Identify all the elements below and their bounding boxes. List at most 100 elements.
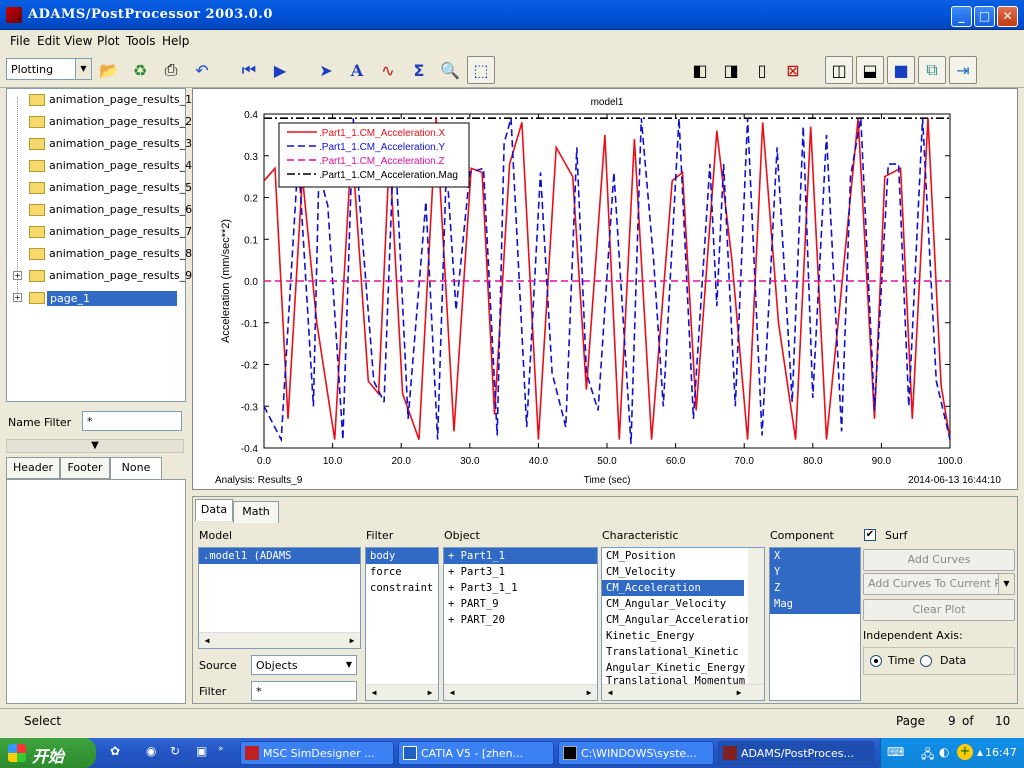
new-page-icon[interactable]: ▯: [748, 56, 776, 84]
collapse-toggle[interactable]: ▼: [6, 439, 184, 453]
minimize-button[interactable]: _: [951, 6, 972, 27]
window-tile-icon[interactable]: ⧉: [918, 56, 946, 84]
zoom-icon[interactable]: 🔍: [436, 56, 464, 84]
data-radio[interactable]: [920, 655, 932, 667]
filter-input[interactable]: *: [251, 681, 357, 701]
page-next-icon[interactable]: ◨: [717, 56, 745, 84]
mode-dropdown[interactable]: Plotting ▼: [6, 58, 92, 80]
list-item[interactable]: Translational_Kinetic: [602, 644, 764, 660]
tree-item[interactable]: animation_page_results_4: [7, 156, 192, 176]
open-folder-icon[interactable]: 📂: [95, 56, 123, 84]
page-prev-icon[interactable]: ◧: [686, 56, 714, 84]
layout-split-icon[interactable]: ◫: [825, 56, 853, 84]
tab-header[interactable]: Header: [6, 457, 60, 479]
list-item[interactable]: + Part1_1: [444, 548, 597, 564]
list-item[interactable]: body: [366, 548, 438, 564]
undo-icon[interactable]: ↶: [188, 56, 216, 84]
chevron-down-icon[interactable]: ▼: [342, 656, 356, 674]
list-item[interactable]: force: [366, 564, 438, 580]
list-item[interactable]: Mag: [770, 596, 860, 612]
tab-data[interactable]: Data: [195, 499, 233, 521]
task-adams[interactable]: ADAMS/PostProces...: [718, 741, 874, 765]
chart[interactable]: 0.40.30.20.10.0-0.1-0.2-0.3-0.40.0 10.0 20…: [193, 89, 1019, 491]
tree-item[interactable]: animation_page_results_7: [7, 222, 192, 242]
start-button[interactable]: 开始: [0, 738, 96, 768]
refresh-icon[interactable]: ↻: [170, 744, 180, 758]
page-tree[interactable]: animation_page_results_1 animation_page_r…: [6, 88, 192, 402]
text-tool-icon[interactable]: A: [343, 56, 371, 84]
first-page-icon[interactable]: ⏮: [235, 56, 263, 84]
tab-math[interactable]: Math: [233, 501, 279, 523]
filter-list[interactable]: body force constraint ◀ ▶: [365, 547, 439, 701]
update-icon[interactable]: +: [957, 744, 973, 760]
browser-icon[interactable]: ◉: [146, 744, 156, 758]
layout-full-icon[interactable]: ■: [887, 56, 915, 84]
tree-item[interactable]: + animation_page_results_9: [7, 266, 192, 286]
print-icon[interactable]: ⎙: [157, 56, 185, 84]
list-item[interactable]: + Part3_1: [444, 564, 597, 580]
volume-icon[interactable]: ◐: [939, 745, 949, 759]
tab-footer[interactable]: Footer: [60, 457, 110, 479]
zoom-box-icon[interactable]: ⬚: [467, 56, 495, 84]
characteristic-vscrollbar[interactable]: [748, 548, 764, 684]
menu-file[interactable]: File: [10, 34, 30, 48]
list-item[interactable]: Y: [770, 564, 860, 580]
list-item[interactable]: + Part3_1_1: [444, 580, 597, 596]
select-arrow-icon[interactable]: ➤: [312, 56, 340, 84]
tree-item[interactable]: animation_page_results_1: [7, 90, 192, 110]
tree-item[interactable]: animation_page_results_5: [7, 178, 192, 198]
expand-icon[interactable]: +: [13, 271, 22, 280]
msn-icon[interactable]: ✿: [110, 744, 120, 758]
filter-scrollbar[interactable]: ◀ ▶: [366, 684, 438, 700]
list-item[interactable]: CM_Angular_Velocity: [602, 596, 764, 612]
exit-window-icon[interactable]: ⇥: [949, 56, 977, 84]
surf-checkbox[interactable]: ✔: [864, 529, 876, 541]
layout-bottom-icon[interactable]: ⬓: [856, 56, 884, 84]
list-item[interactable]: + PART_9: [444, 596, 597, 612]
component-list[interactable]: X Y Z Mag: [769, 547, 861, 701]
more-icon[interactable]: »: [218, 744, 224, 754]
media-icon[interactable]: ▣: [196, 744, 207, 758]
add-curves-to-plot-dropdown[interactable]: Add Curves To Current Plot ▼: [863, 573, 1015, 595]
statistics-icon[interactable]: Σ: [405, 56, 433, 84]
task-simdesigner[interactable]: MSC SimDesigner ...: [240, 741, 394, 765]
menu-help[interactable]: Help: [162, 34, 189, 48]
maximize-button[interactable]: □: [974, 6, 995, 27]
characteristic-scrollbar[interactable]: ◀ ▶: [602, 684, 764, 700]
time-radio[interactable]: [870, 655, 882, 667]
tree-item[interactable]: animation_page_results_2: [7, 112, 192, 132]
menu-tools[interactable]: Tools: [126, 34, 156, 48]
list-item[interactable]: CM_Acceleration: [602, 580, 744, 596]
source-dropdown[interactable]: Objects ▼: [251, 655, 357, 675]
list-item[interactable]: CM_Velocity: [602, 564, 764, 580]
list-item[interactable]: Kinetic_Energy: [602, 628, 764, 644]
menu-view[interactable]: View: [64, 34, 92, 48]
list-item[interactable]: .model1 (ADAMS: [199, 548, 360, 564]
name-filter-input[interactable]: *: [82, 411, 182, 431]
tree-item[interactable]: + page_1: [7, 288, 185, 308]
list-item[interactable]: constraint: [366, 580, 438, 596]
task-catia[interactable]: CATIA V5 - [zhen...: [398, 741, 554, 765]
list-item[interactable]: Z: [770, 580, 860, 596]
menu-plot[interactable]: Plot: [97, 34, 120, 48]
status-icon[interactable]: ▴: [977, 745, 983, 759]
keyboard-icon[interactable]: ⌨: [887, 745, 904, 759]
expand-icon[interactable]: +: [13, 293, 22, 302]
tree-item[interactable]: animation_page_results_6: [7, 200, 192, 220]
model-list[interactable]: .model1 (ADAMS ◀ ▶: [198, 547, 361, 649]
delete-page-icon[interactable]: ⊠: [779, 56, 807, 84]
chevron-down-icon[interactable]: ▼: [75, 59, 91, 79]
close-button[interactable]: ✕: [997, 6, 1018, 27]
list-item[interactable]: + PART_20: [444, 612, 597, 628]
menu-edit[interactable]: Edit: [37, 34, 60, 48]
task-cmd[interactable]: C:\WINDOWS\syste...: [558, 741, 714, 765]
chevron-down-icon[interactable]: ▼: [998, 574, 1014, 594]
network-icon[interactable]: 🖧: [921, 745, 934, 766]
list-item[interactable]: X: [770, 548, 860, 564]
next-page-icon[interactable]: ▶: [266, 56, 294, 84]
tab-none[interactable]: None: [110, 457, 162, 479]
characteristic-list[interactable]: CM_Position CM_Velocity CM_Acceleration …: [601, 547, 765, 701]
add-curves-button[interactable]: Add Curves: [863, 549, 1015, 571]
model-scrollbar[interactable]: ◀ ▶: [199, 632, 360, 648]
tree-item[interactable]: animation_page_results_8: [7, 244, 192, 264]
